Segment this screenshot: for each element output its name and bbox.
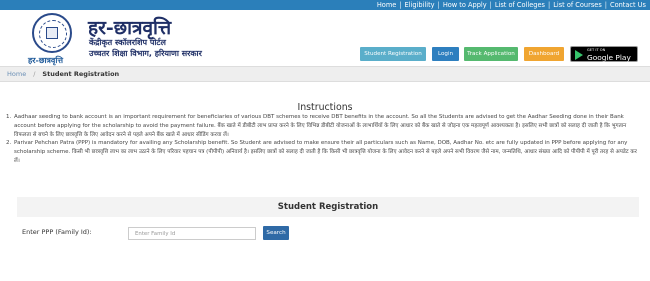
instruction-number: 1. (6, 114, 12, 120)
nav-separator: | (547, 1, 551, 9)
emblem-logo-icon[interactable] (32, 13, 72, 53)
breadcrumb-current: Student Registration (42, 70, 120, 78)
google-play-small-text: GET IT ON (587, 48, 606, 52)
nav-separator: | (604, 1, 607, 9)
nav-contact-us[interactable]: Contact Us (610, 1, 646, 9)
student-registration-button[interactable]: Student Registration (360, 47, 426, 61)
search-button[interactable]: Search (263, 226, 289, 240)
registration-panel-title: Student Registration (17, 197, 639, 217)
google-play-big-text: Google Play (587, 53, 631, 62)
instruction-item: 1. Aadhaar seeding to bank account is an… (6, 113, 642, 139)
instructions-list: 1. Aadhaar seeding to bank account is an… (6, 113, 642, 166)
top-nav: Home | Eligibility | How to Apply | List… (377, 0, 646, 10)
nav-how-to-apply[interactable]: How to Apply (443, 1, 487, 9)
google-play-icon (575, 50, 583, 60)
track-application-button[interactable]: Track Application (464, 47, 518, 61)
instruction-item: 2. Parivar Pehchan Patra (PPP) is mandat… (6, 139, 642, 165)
family-id-input[interactable] (128, 227, 256, 240)
nav-list-of-courses[interactable]: List of Courses (553, 1, 602, 9)
instruction-number: 2. (6, 140, 12, 147)
breadcrumb: Home / Student Registration (0, 66, 650, 82)
dashboard-button[interactable]: Dashboard (524, 47, 564, 61)
nav-separator: | (437, 1, 440, 9)
site-subtitle-department: उच्चतर शिक्षा विभाग, हरियाणा सरकार (89, 49, 202, 58)
book-icon (46, 27, 58, 39)
instruction-text: Parivar Pehchan Patra (PPP) is mandatory… (14, 140, 637, 164)
instructions-title: Instructions (297, 102, 353, 113)
nav-separator: | (489, 1, 492, 9)
nav-list-of-colleges[interactable]: List of Colleges (495, 1, 545, 9)
breadcrumb-separator: / (33, 70, 36, 78)
breadcrumb-home[interactable]: Home (7, 70, 26, 78)
logo-caption: हर-छात्रवृत्ति (28, 55, 63, 65)
login-button[interactable]: Login (432, 47, 459, 61)
nav-separator: | (399, 1, 402, 9)
ppp-label: Enter PPP (Family Id): (22, 228, 92, 236)
site-subtitle-portal: केंद्रीकृत स्कॉलरशिप पोर्टल (89, 38, 166, 47)
instruction-text: Aadhaar seeding to bank account is an im… (14, 114, 627, 138)
google-play-badge[interactable]: GET IT ON Google Play (570, 46, 638, 62)
nav-home[interactable]: Home (377, 1, 396, 9)
site-header: हर-छात्रवृत्ति हर-छात्रवृत्ति केंद्रीकृत… (0, 10, 650, 67)
nav-eligibility[interactable]: Eligibility (405, 1, 435, 9)
